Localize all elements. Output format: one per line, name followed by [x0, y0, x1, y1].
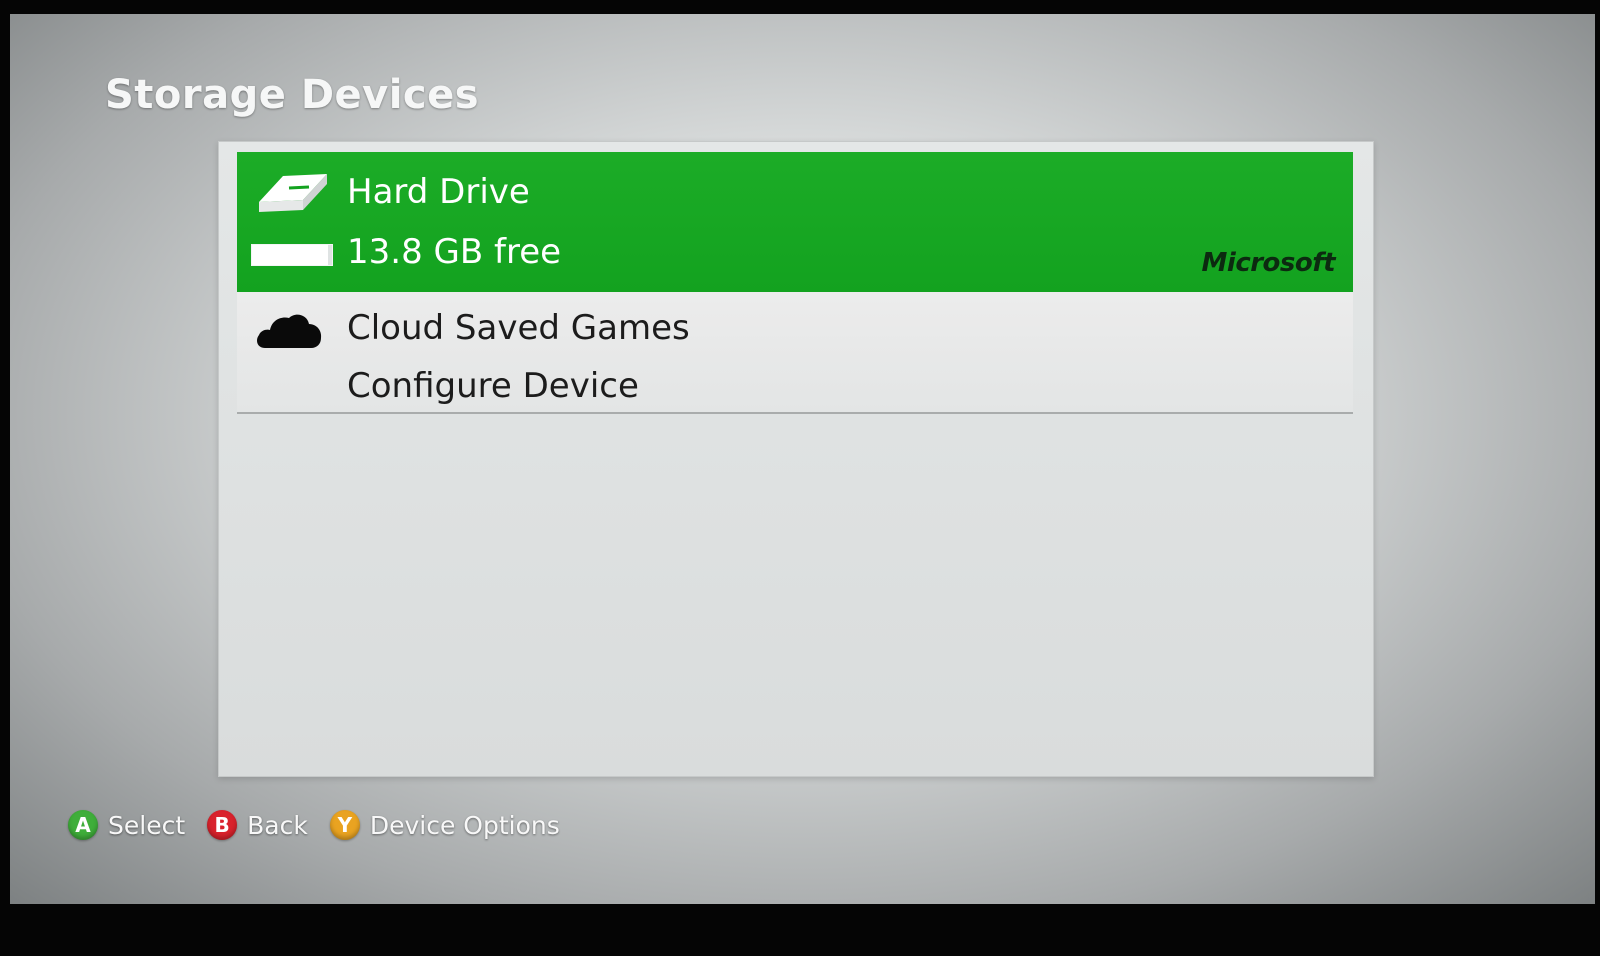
page-title: Storage Devices [105, 72, 480, 118]
tv-screen: Storage Devices Hard Drive 13.8 GB free … [10, 14, 1595, 904]
hint-back[interactable]: B Back [207, 810, 308, 840]
button-hints: A Select B Back Y Device Options [68, 810, 560, 840]
y-button-icon: Y [329, 810, 360, 840]
hint-label: Select [108, 810, 186, 840]
cloud-icon [255, 308, 323, 356]
hint-device-options[interactable]: Y Device Options [329, 810, 560, 840]
b-button-icon: B [207, 810, 238, 840]
brand-label: Microsoft [1201, 248, 1336, 278]
free-space-fill [252, 245, 328, 265]
a-button-icon: A [68, 810, 98, 840]
hint-label: Device Options [369, 810, 560, 840]
device-cloud-saved-games[interactable]: Cloud Saved Games Configure Device [237, 292, 1353, 414]
free-space-meter [251, 244, 333, 266]
device-hard-drive[interactable]: Hard Drive 13.8 GB free Microsoft [237, 152, 1353, 292]
free-space-label: 13.8 GB free [347, 232, 562, 272]
hint-label: Back [247, 810, 308, 840]
hint-select[interactable]: A Select [68, 810, 185, 840]
device-name: Cloud Saved Games [347, 308, 690, 348]
configure-device-option[interactable]: Configure Device [347, 366, 639, 406]
hard-drive-icon [253, 166, 329, 220]
device-name: Hard Drive [347, 172, 530, 212]
storage-device-list: Hard Drive 13.8 GB free Microsoft Cloud … [218, 141, 1374, 777]
